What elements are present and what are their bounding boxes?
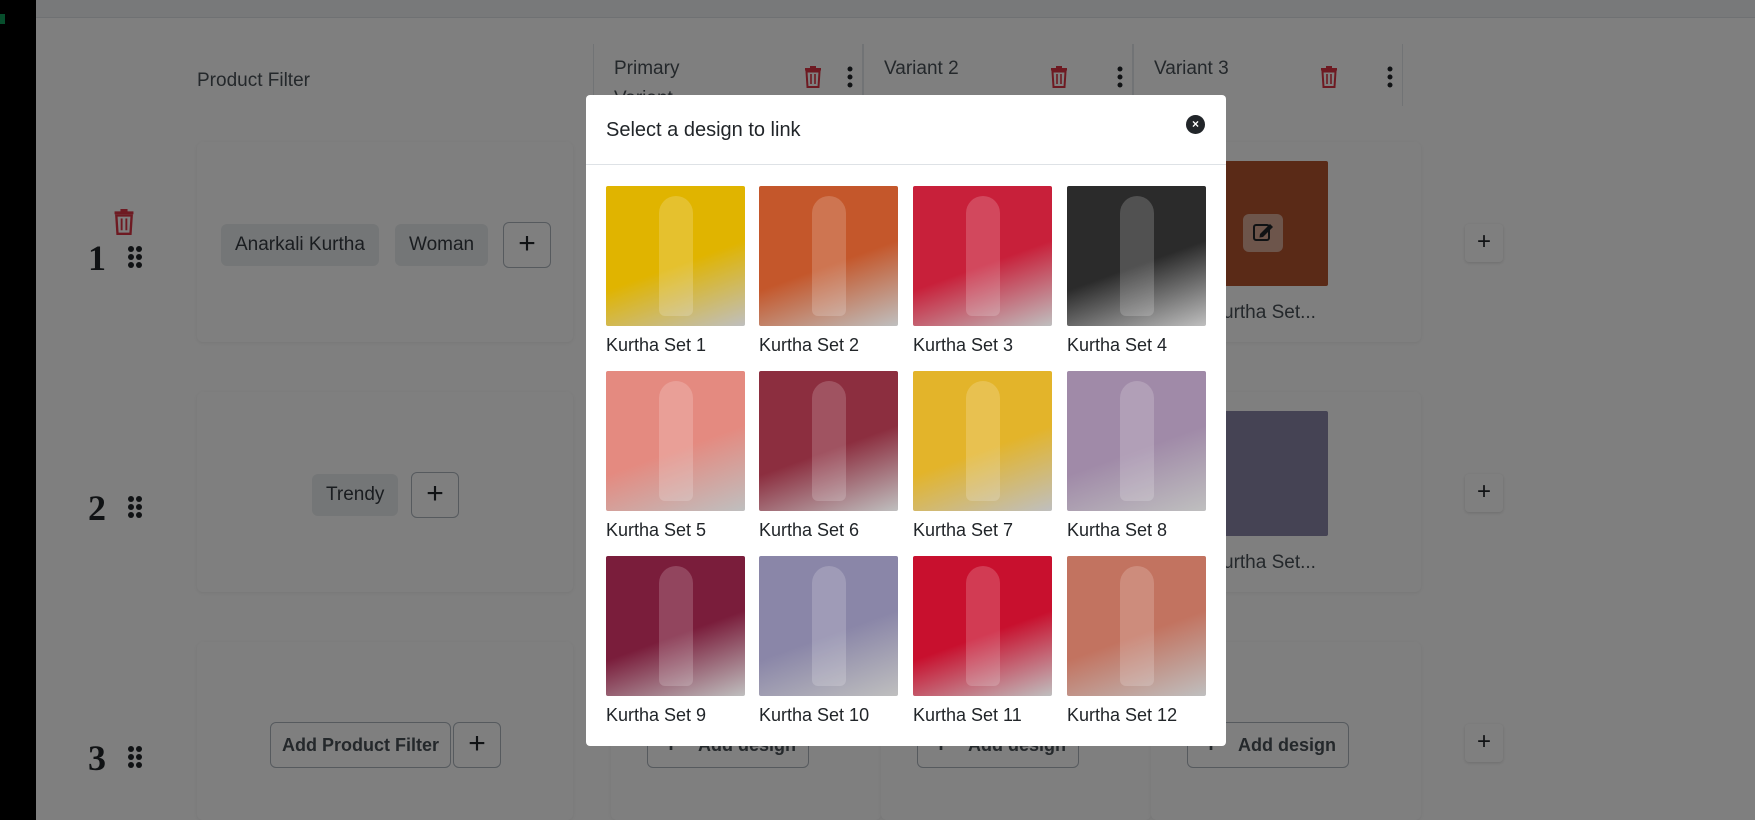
design-tile[interactable]: Kurtha Set 4 xyxy=(1067,186,1206,356)
design-name: Kurtha Set 7 xyxy=(913,520,1014,540)
design-name: Kurtha Set 4 xyxy=(1067,335,1168,355)
design-name: Kurtha Set 6 xyxy=(759,520,860,540)
model-figure xyxy=(658,381,693,501)
design-name: Kurtha Set 10 xyxy=(759,705,870,725)
model-figure xyxy=(811,381,846,501)
model-figure xyxy=(1119,566,1154,686)
design-image[interactable] xyxy=(759,186,898,326)
design-name: Kurtha Set 11 xyxy=(913,705,1022,725)
design-tile[interactable]: Kurtha Set 11 xyxy=(913,556,1052,726)
model-figure xyxy=(658,566,693,686)
design-tile[interactable]: Kurtha Set 10 xyxy=(759,556,898,726)
design-image[interactable] xyxy=(759,556,898,696)
design-tile[interactable]: Kurtha Set 2 xyxy=(759,186,898,356)
model-figure xyxy=(1119,196,1154,316)
design-image[interactable] xyxy=(913,556,1052,696)
select-design-modal: Select a design to link × Kurtha Set 1 K… xyxy=(586,95,1226,746)
modal-header: Select a design to link × xyxy=(586,95,1226,165)
close-icon[interactable]: × xyxy=(1186,115,1205,134)
design-image[interactable] xyxy=(606,371,745,511)
design-name: Kurtha Set 1 xyxy=(606,335,707,355)
design-tile[interactable]: Kurtha Set 3 xyxy=(913,186,1052,356)
design-name: Kurtha Set 8 xyxy=(1067,520,1168,540)
model-figure xyxy=(965,381,1000,501)
design-name: Kurtha Set 3 xyxy=(913,335,1014,355)
model-figure xyxy=(658,196,693,316)
design-image[interactable] xyxy=(1067,556,1206,696)
design-tile[interactable]: Kurtha Set 9 xyxy=(606,556,745,726)
design-name: Kurtha Set 2 xyxy=(759,335,860,355)
design-image[interactable] xyxy=(913,371,1052,511)
design-name: Kurtha Set 5 xyxy=(606,520,707,540)
design-image[interactable] xyxy=(606,556,745,696)
modal-title: Select a design to link xyxy=(606,119,801,141)
design-image[interactable] xyxy=(913,186,1052,326)
design-tile[interactable]: Kurtha Set 6 xyxy=(759,371,898,541)
design-image[interactable] xyxy=(1067,371,1206,511)
design-name: Kurtha Set 9 xyxy=(606,705,707,725)
design-image[interactable] xyxy=(759,371,898,511)
design-image[interactable] xyxy=(606,186,745,326)
model-figure xyxy=(1119,381,1154,501)
design-tile[interactable]: Kurtha Set 5 xyxy=(606,371,745,541)
design-tile[interactable]: Kurtha Set 8 xyxy=(1067,371,1206,541)
design-tile[interactable]: Kurtha Set 1 xyxy=(606,186,745,356)
design-tile[interactable]: Kurtha Set 7 xyxy=(913,371,1052,541)
model-figure xyxy=(811,196,846,316)
design-tile[interactable]: Kurtha Set 12 xyxy=(1067,556,1206,726)
model-figure xyxy=(811,566,846,686)
model-figure xyxy=(965,566,1000,686)
design-image[interactable] xyxy=(1067,186,1206,326)
design-name: Kurtha Set 12 xyxy=(1067,705,1178,725)
model-figure xyxy=(965,196,1000,316)
